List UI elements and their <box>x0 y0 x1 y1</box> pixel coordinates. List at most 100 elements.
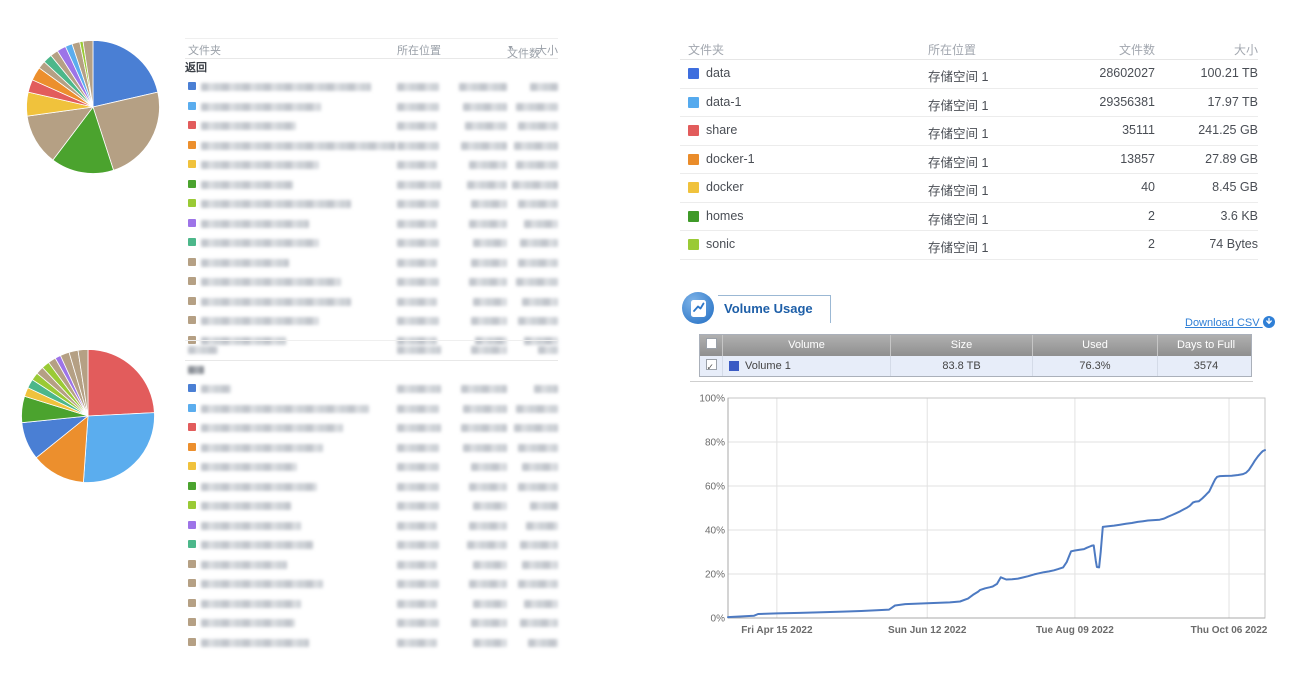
redacted-file-count <box>473 639 507 647</box>
folder-file-count: 13857 <box>1120 152 1155 166</box>
redacted-size <box>516 161 558 169</box>
y-tick-label: 20% <box>705 570 725 581</box>
folder-file-count: 29356381 <box>1099 95 1155 109</box>
column-header-size[interactable]: Size <box>891 335 1033 356</box>
folder-row[interactable] <box>185 418 558 438</box>
back-link[interactable]: 返回 <box>185 59 558 77</box>
folder-row[interactable] <box>185 457 558 477</box>
folder-row[interactable] <box>185 399 558 419</box>
folder-row[interactable] <box>185 233 558 253</box>
redacted-size <box>518 200 558 208</box>
redacted-file-count <box>465 122 507 130</box>
column-header-days-to-full[interactable]: Days to Full <box>1158 335 1254 356</box>
folder-row[interactable] <box>185 496 558 516</box>
folder-row[interactable] <box>185 194 558 214</box>
folder-row[interactable] <box>185 214 558 234</box>
column-header-used[interactable]: Used <box>1033 335 1158 356</box>
column-header-folder[interactable]: 文件夹 <box>688 41 724 58</box>
y-tick-label: 0% <box>711 614 726 625</box>
folder-row[interactable] <box>185 292 558 312</box>
x-tick-label: Tue Aug 09 2022 <box>1036 625 1114 636</box>
folder-location: 存储空间 1 <box>928 123 988 142</box>
redacted-file-count <box>469 220 507 228</box>
column-header-folder[interactable]: 文件夹 <box>188 42 221 58</box>
folder-row[interactable] <box>185 477 558 497</box>
download-csv-link[interactable]: Download CSV <box>1185 316 1275 329</box>
column-header-count[interactable]: 文件数 <box>1119 41 1155 58</box>
redacted-folder-name <box>201 444 323 452</box>
redacted-size <box>516 103 558 111</box>
folder-row[interactable] <box>185 633 558 653</box>
folder-color-swatch <box>188 521 196 529</box>
shared-folder-row[interactable]: data-1存储空间 12935638117.97 TB <box>680 89 1258 118</box>
folder-row[interactable] <box>185 379 558 399</box>
redacted-size <box>524 600 558 608</box>
shared-folder-row[interactable]: data存储空间 128602027100.21 TB <box>680 60 1258 89</box>
folder-row[interactable] <box>185 116 558 136</box>
redacted-location <box>397 317 439 325</box>
redacted-size <box>518 259 558 267</box>
shared-folder-row[interactable]: sonic存储空间 1274 Bytes <box>680 231 1258 260</box>
column-header-location[interactable]: 所在位置 <box>928 41 976 58</box>
back-link-redacted[interactable] <box>185 361 558 379</box>
redacted-file-count <box>469 483 507 491</box>
folder-location: 存储空间 1 <box>928 95 988 114</box>
volume-used: 76.3% <box>1033 356 1158 376</box>
folder-row[interactable] <box>185 555 558 575</box>
folder-row[interactable] <box>185 253 558 273</box>
shared-folder-row[interactable]: docker-1存储空间 11385727.89 GB <box>680 146 1258 175</box>
redacted-size <box>522 298 558 306</box>
folder-row[interactable] <box>185 272 558 292</box>
folder-row[interactable] <box>185 155 558 175</box>
column-header-size[interactable]: 大小 <box>1234 41 1258 58</box>
folder-file-count: 40 <box>1141 180 1155 194</box>
folder-color-swatch <box>188 443 196 451</box>
redacted-size <box>516 405 558 413</box>
redacted-file-count <box>467 181 507 189</box>
redacted-location <box>397 181 441 189</box>
volume-row[interactable]: Volume 1 83.8 TB 76.3% 3574 <box>700 356 1251 376</box>
shared-folder-row[interactable]: share存储空间 135111241.25 GB <box>680 117 1258 146</box>
folder-color-swatch <box>188 297 196 305</box>
folder-row[interactable] <box>185 535 558 555</box>
redacted-location <box>397 639 437 647</box>
shared-folder-row[interactable]: homes存储空间 123.6 KB <box>680 203 1258 232</box>
folder-color-swatch <box>188 180 196 188</box>
folder-row[interactable] <box>185 97 558 117</box>
column-header-location[interactable]: 所在位置 <box>397 42 441 58</box>
folder-rows-bottom <box>185 379 558 652</box>
folder-row[interactable] <box>185 574 558 594</box>
folder-row[interactable] <box>185 594 558 614</box>
redacted-folder-name <box>201 83 371 91</box>
folder-row[interactable] <box>185 175 558 195</box>
shared-folder-row[interactable]: docker存储空间 1408.45 GB <box>680 174 1258 203</box>
folder-name: sonic <box>706 237 735 251</box>
redacted-size <box>518 483 558 491</box>
redacted-file-count <box>471 200 507 208</box>
column-header-size[interactable]: 大小 <box>536 42 558 58</box>
redacted-location <box>397 463 439 471</box>
volume-checkbox-cell[interactable] <box>700 356 723 376</box>
redacted-file-count <box>469 278 507 286</box>
folder-row[interactable] <box>185 77 558 97</box>
redacted-header-folder <box>188 346 218 354</box>
folder-location: 存储空间 1 <box>928 209 988 228</box>
redacted-size <box>518 444 558 452</box>
folder-color-swatch <box>188 501 196 509</box>
redacted-folder-name <box>201 181 293 189</box>
select-all-checkbox-cell[interactable] <box>700 335 723 356</box>
folder-row[interactable] <box>185 438 558 458</box>
folder-row[interactable] <box>185 613 558 633</box>
redacted-location <box>397 502 439 510</box>
redacted-file-count <box>463 444 507 452</box>
folder-row[interactable] <box>185 516 558 536</box>
folder-row[interactable] <box>185 136 558 156</box>
redacted-location <box>397 103 439 111</box>
folder-file-count: 35111 <box>1122 123 1155 137</box>
select-all-checkbox <box>706 338 717 349</box>
folder-row[interactable] <box>185 311 558 331</box>
redacted-size <box>514 424 558 432</box>
x-tick-label: Thu Oct 06 2022 <box>1191 625 1268 636</box>
folder-pie-chart-top <box>23 37 163 177</box>
column-header-volume[interactable]: Volume <box>723 335 891 356</box>
